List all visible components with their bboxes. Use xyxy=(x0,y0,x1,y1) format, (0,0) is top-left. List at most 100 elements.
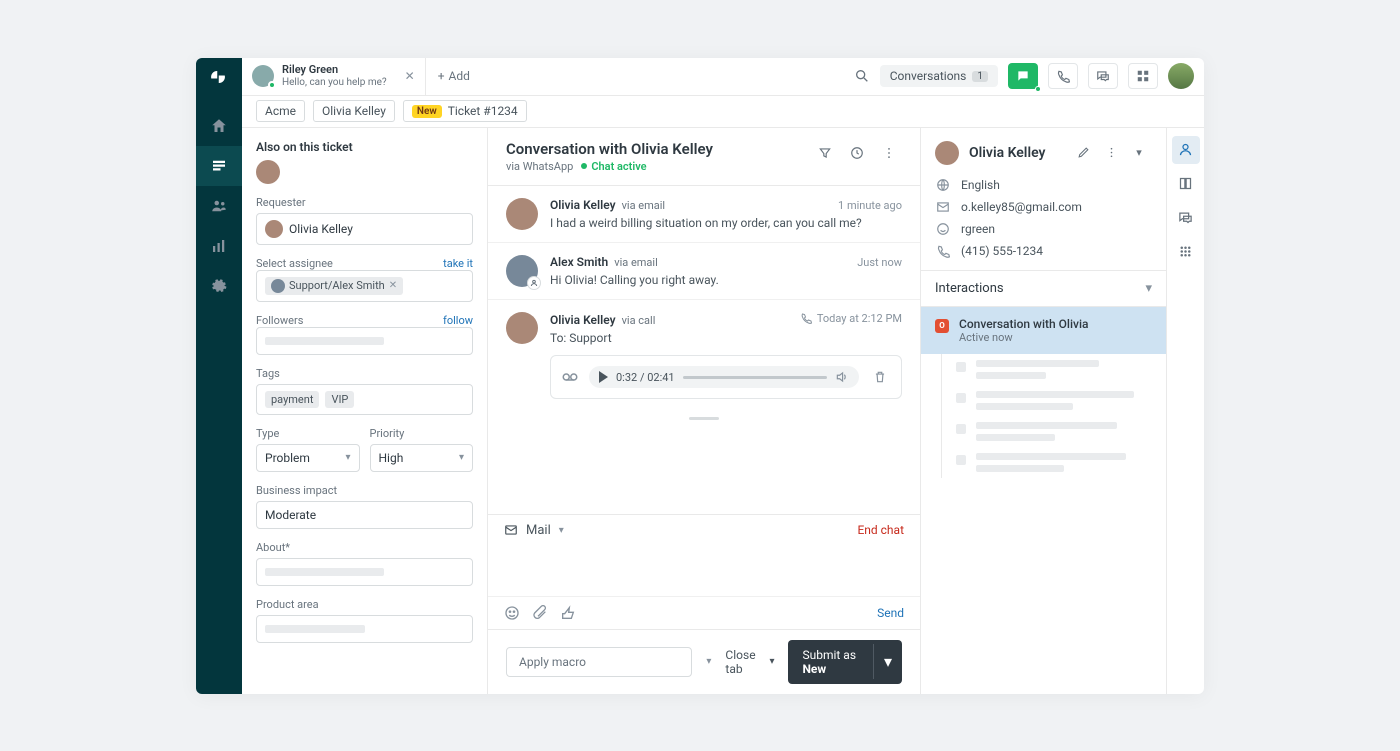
follow-link[interactable]: follow xyxy=(443,314,473,327)
play-button[interactable] xyxy=(599,371,608,383)
about-field[interactable] xyxy=(256,558,473,586)
context-knowledge-button[interactable] xyxy=(1172,170,1200,198)
chat-status-button[interactable] xyxy=(1008,63,1038,89)
search-icon[interactable] xyxy=(854,68,870,84)
app-window: Riley Green Hello, can you help me? ✕ + … xyxy=(196,58,1204,694)
edit-customer-button[interactable] xyxy=(1070,140,1096,166)
conversations-button[interactable]: Conversations 1 xyxy=(880,65,998,87)
channel-label: Mail xyxy=(526,523,551,538)
crumb-org[interactable]: Acme xyxy=(256,100,305,122)
submit-button[interactable]: Submit as New xyxy=(788,640,873,684)
delete-recording-button[interactable] xyxy=(869,370,891,384)
agent-badge-icon xyxy=(527,276,541,290)
nav-home[interactable] xyxy=(196,106,242,146)
customer-email[interactable]: o.kelley85@gmail.com xyxy=(961,200,1082,214)
assignee-field[interactable]: Support/Alex Smith ✕ xyxy=(256,270,473,302)
product-area-field[interactable] xyxy=(256,615,473,643)
customer-phone[interactable]: (415) 555-1234 xyxy=(961,244,1043,258)
remove-assignee-icon[interactable]: ✕ xyxy=(389,280,397,291)
reply-editor[interactable] xyxy=(488,546,920,596)
tags-field[interactable]: payment VIP xyxy=(256,384,473,415)
interaction-title: Conversation with Olivia xyxy=(959,317,1089,331)
breadcrumb: Acme Olivia Kelley New Ticket #1234 xyxy=(242,96,1204,128)
type-select[interactable]: Problem▾ xyxy=(256,444,360,472)
conversations-count: 1 xyxy=(972,71,988,82)
customer-name: Olivia Kelley xyxy=(969,145,1045,161)
interaction-item[interactable] xyxy=(942,354,1166,385)
interactions-header[interactable]: Interactions ▾ xyxy=(921,270,1166,307)
more-customer-button[interactable] xyxy=(1098,140,1124,166)
submit-caret-button[interactable]: ▾ xyxy=(873,644,902,679)
context-chat-button[interactable] xyxy=(1172,204,1200,232)
product-area-label: Product area xyxy=(256,598,473,611)
message-body: I had a weird billing situation on my or… xyxy=(550,216,902,230)
interaction-sub: Active now xyxy=(959,331,1089,344)
phone-icon xyxy=(935,244,951,258)
more-button[interactable] xyxy=(876,140,902,166)
nav-views[interactable] xyxy=(196,146,242,186)
grid-icon xyxy=(1178,244,1193,259)
workspace-tab[interactable]: Riley Green Hello, can you help me? ✕ xyxy=(242,58,426,95)
profile-avatar[interactable] xyxy=(1168,63,1194,89)
nav-customers[interactable] xyxy=(196,186,242,226)
close-icon[interactable]: ✕ xyxy=(405,69,415,83)
message-via: via email xyxy=(622,199,666,212)
ticket-number: Ticket #1234 xyxy=(448,104,518,118)
end-chat-button[interactable]: End chat xyxy=(857,523,904,537)
kebab-icon xyxy=(882,146,896,160)
interactions-timeline xyxy=(941,354,1166,478)
take-it-link[interactable]: take it xyxy=(443,257,473,270)
message-row: Olivia Kelley via call Today at 2:12 PM … xyxy=(488,300,920,412)
player-track[interactable] xyxy=(683,376,827,379)
business-impact-field[interactable]: Moderate xyxy=(256,501,473,529)
nav-reporting[interactable] xyxy=(196,226,242,266)
resize-handle[interactable] xyxy=(689,417,719,420)
requester-field[interactable]: Olivia Kelley xyxy=(256,213,473,245)
conversation-via: via WhatsApp xyxy=(506,160,573,173)
interaction-item[interactable] xyxy=(942,385,1166,416)
tag-vip[interactable]: VIP xyxy=(325,391,354,408)
message-author: Olivia Kelley xyxy=(550,313,616,327)
tags-label: Tags xyxy=(256,367,473,380)
plus-icon: + xyxy=(438,69,445,83)
crumb-user[interactable]: Olivia Kelley xyxy=(313,100,395,122)
nav-rail xyxy=(196,58,242,694)
message-author: Alex Smith xyxy=(550,255,608,269)
status-o-icon: O xyxy=(935,319,949,333)
customer-whatsapp[interactable]: rgreen xyxy=(961,222,995,236)
apps-button[interactable] xyxy=(1128,63,1158,89)
chevron-down-icon[interactable]: ▾ xyxy=(706,656,711,667)
chevron-down-icon: ▾ xyxy=(459,452,464,463)
chevron-down-icon: ▾ xyxy=(559,525,564,536)
apply-macro-button[interactable]: Apply macro xyxy=(506,647,692,677)
context-apps-button[interactable] xyxy=(1172,238,1200,266)
interaction-item[interactable] xyxy=(942,447,1166,478)
attachment-icon[interactable] xyxy=(532,605,548,621)
close-tab-button[interactable]: Close tab ▾ xyxy=(725,648,774,676)
viewer-avatar[interactable] xyxy=(256,160,280,184)
channel-select[interactable]: Mail ▾ xyxy=(504,523,564,538)
nav-admin[interactable] xyxy=(196,266,242,306)
followers-field[interactable] xyxy=(256,327,473,355)
crumb-ticket[interactable]: New Ticket #1234 xyxy=(403,100,527,122)
context-user-button[interactable] xyxy=(1172,136,1200,164)
filter-button[interactable] xyxy=(812,140,838,166)
emoji-icon[interactable] xyxy=(504,605,520,621)
thumbs-up-icon[interactable] xyxy=(560,605,576,621)
volume-icon[interactable] xyxy=(835,370,849,384)
send-button[interactable]: Send xyxy=(877,606,904,620)
add-tab-button[interactable]: + Add xyxy=(426,69,482,83)
chat-icon xyxy=(1016,69,1030,83)
help-button[interactable] xyxy=(1088,63,1118,89)
also-on-ticket-label: Also on this ticket xyxy=(256,140,473,154)
message-time: Today at 2:12 PM xyxy=(800,312,902,325)
priority-select[interactable]: High▾ xyxy=(370,444,474,472)
requester-label: Requester xyxy=(256,196,473,209)
interaction-item[interactable] xyxy=(942,416,1166,447)
tag-payment[interactable]: payment xyxy=(265,391,319,408)
history-button[interactable] xyxy=(844,140,870,166)
talk-button[interactable] xyxy=(1048,63,1078,89)
interaction-active[interactable]: O Conversation with Olivia Active now xyxy=(921,307,1166,354)
context-panel: Olivia Kelley ▾ English o.kelley85@gmail… xyxy=(920,128,1204,694)
collapse-customer-button[interactable]: ▾ xyxy=(1126,140,1152,166)
